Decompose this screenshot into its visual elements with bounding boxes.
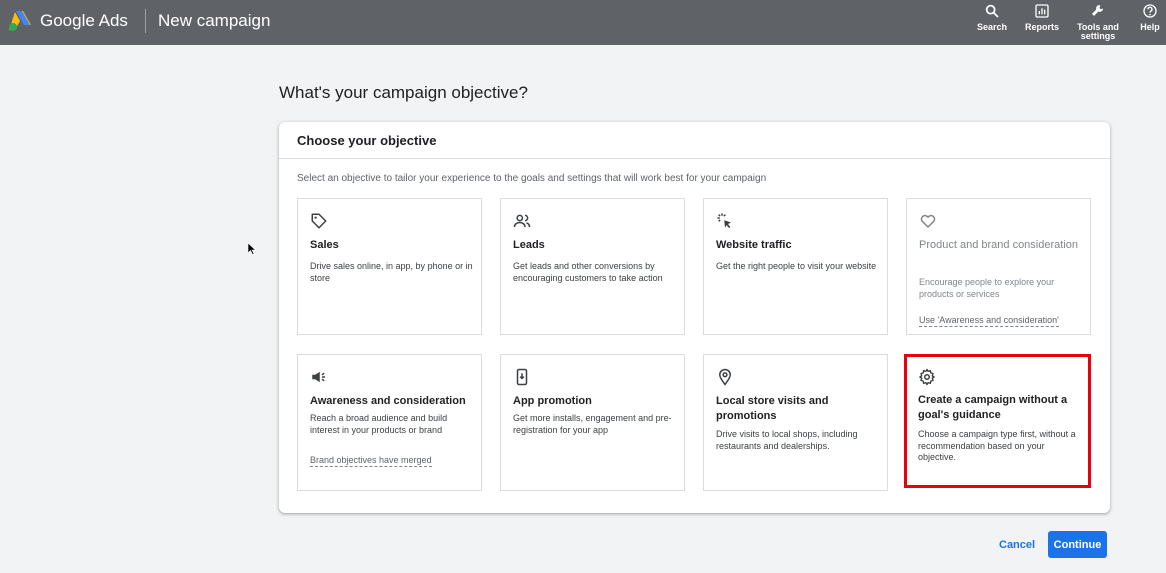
panel-divider (279, 158, 1110, 159)
tools-and-settings-label: Tools and settings (1077, 22, 1119, 41)
page-heading: What's your campaign objective? (279, 83, 528, 102)
card-description: Drive visits to local shops, including r… (716, 429, 858, 451)
card-title: Awareness and consideration (310, 395, 466, 407)
people-icon (513, 212, 531, 230)
card-note-link[interactable]: Brand objectives have merged (310, 455, 432, 467)
card-title: Product and brand consideration (919, 239, 1078, 251)
card-description: Reach a broad audience and build interes… (310, 413, 448, 435)
card-title: Local store visits and promotions (716, 395, 829, 422)
mouse-cursor-icon (248, 243, 256, 255)
wrench-icon (1092, 5, 1104, 16)
app-title[interactable]: Google Ads (40, 11, 128, 31)
card-title: Sales (310, 239, 339, 251)
card-title: Create a campaign without a goal's guida… (918, 394, 1068, 421)
card-note-link[interactable]: Use 'Awareness and consideration' (919, 315, 1059, 327)
panel-description: Select an objective to tailor your exper… (297, 173, 767, 184)
search-button[interactable]: Search (976, 2, 1008, 32)
objective-card-sales[interactable]: Sales Drive sales online, in app, by pho… (297, 198, 482, 335)
google-ads-logo[interactable] (8, 10, 32, 32)
tag-icon (310, 212, 328, 230)
help-button[interactable]: Help (1136, 2, 1164, 32)
top-bar: Google Ads New campaign Search Reports T… (0, 0, 1166, 45)
card-description: Choose a campaign type first, without a … (918, 429, 1076, 462)
click-icon (716, 212, 734, 230)
pin-icon (716, 368, 734, 386)
card-title: Website traffic (716, 239, 792, 251)
card-title: Leads (513, 239, 545, 251)
panel-title: Choose your objective (297, 133, 437, 148)
heart-icon (919, 212, 937, 230)
help-label: Help (1140, 22, 1160, 32)
megaphone-icon (310, 368, 328, 386)
reports-icon (1035, 4, 1049, 18)
reports-label: Reports (1024, 22, 1059, 32)
tools-and-settings-button[interactable]: Tools and settings (1075, 2, 1121, 41)
objective-card-product-and-brand-consideration[interactable]: Product and brand consideration Encourag… (906, 198, 1091, 335)
card-title: App promotion (513, 395, 592, 407)
card-description: Encourage people to explore your product… (919, 277, 1055, 299)
card-description: Drive sales online, in app, by phone or … (310, 261, 473, 283)
phone-icon (513, 368, 531, 386)
objective-card-website-traffic[interactable]: Website traffic Get the right people to … (703, 198, 888, 335)
continue-button[interactable]: Continue (1048, 531, 1107, 558)
header-divider (145, 9, 146, 33)
objective-card-awareness-and-consideration[interactable]: Awareness and consideration Reach a broa… (297, 354, 482, 491)
reports-button[interactable]: Reports (1022, 2, 1062, 32)
help-icon (1143, 4, 1157, 18)
objective-card-local-store-visits[interactable]: Local store visits and promotions Drive … (703, 354, 888, 491)
objective-panel: Choose your objective Select an objectiv… (279, 122, 1110, 513)
page-title: New campaign (158, 11, 271, 30)
search-icon (985, 4, 999, 18)
search-label: Search (976, 22, 1008, 32)
card-description: Get leads and other conversions by encou… (513, 261, 663, 283)
objective-card-leads[interactable]: Leads Get leads and other conversions by… (500, 198, 685, 335)
cancel-button[interactable]: Cancel (995, 537, 1039, 553)
objective-card-without-guidance[interactable]: Create a campaign without a goal's guida… (904, 354, 1091, 488)
card-description: Get the right people to visit your websi… (716, 261, 877, 271)
objective-card-app-promotion[interactable]: App promotion Get more installs, engagem… (500, 354, 685, 491)
gear-icon (918, 368, 936, 386)
card-description: Get more installs, engagement and pre-re… (513, 413, 672, 435)
